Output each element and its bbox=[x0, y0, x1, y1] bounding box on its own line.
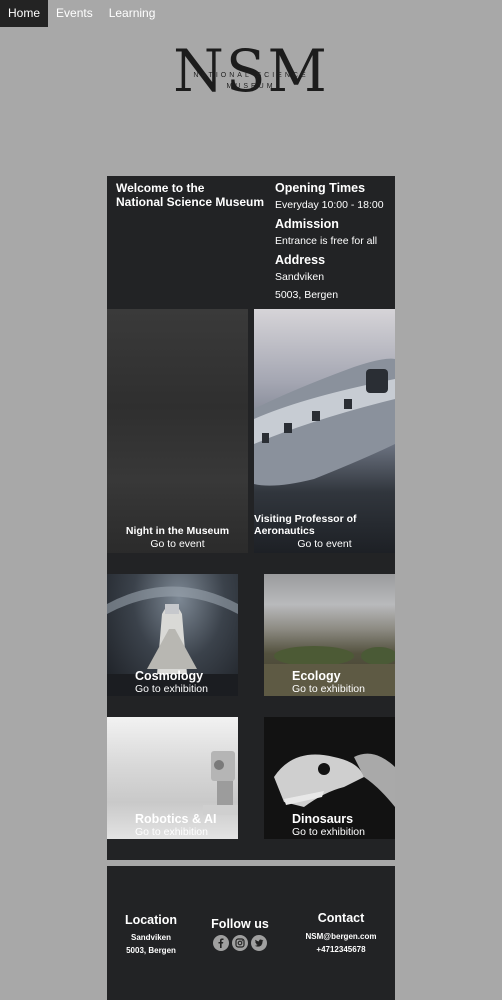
go-to-exhibition-link[interactable]: Go to exhibition bbox=[135, 826, 216, 839]
location-line-1: Sandviken bbox=[130, 933, 171, 942]
go-to-exhibition-link[interactable]: Go to exhibition bbox=[292, 826, 365, 839]
go-to-exhibition-link[interactable]: Go to exhibition bbox=[135, 683, 208, 696]
contact-title: Contact bbox=[317, 911, 365, 925]
footer-location: Location Sandviken 5003, Bergen bbox=[117, 913, 185, 957]
twitter-icon[interactable] bbox=[251, 935, 267, 951]
airplane-image bbox=[254, 358, 395, 486]
exhibition-caption: Cosmology Go to exhibition bbox=[135, 670, 208, 696]
exhibition-card-dinosaurs[interactable]: Dinosaurs Go to exhibition bbox=[264, 717, 395, 839]
nav-learning-link[interactable]: Learning bbox=[101, 0, 164, 27]
logo-line-2: MUSEUM bbox=[226, 83, 276, 90]
admission-value: Entrance is free for all bbox=[275, 235, 378, 247]
footer-contact: Contact NSM@bergen.com +4712345678 bbox=[297, 911, 385, 956]
location-line-2: 5003, Bergen bbox=[126, 946, 176, 955]
go-to-exhibition-link[interactable]: Go to exhibition bbox=[292, 683, 365, 696]
admission-title: Admission bbox=[275, 217, 339, 231]
instagram-icon[interactable] bbox=[232, 935, 248, 951]
exhibition-card-robotics[interactable]: Robotics & AI Go to exhibition bbox=[107, 717, 238, 839]
go-to-event-link[interactable]: Go to event bbox=[254, 537, 395, 551]
exhibition-card-ecology[interactable]: Ecology Go to exhibition bbox=[264, 574, 395, 696]
address-line-1: Sandviken bbox=[275, 271, 325, 283]
exhibition-title: Ecology bbox=[292, 669, 341, 683]
footer-follow: Follow us bbox=[205, 917, 275, 951]
location-title: Location bbox=[124, 913, 178, 927]
opening-times-title: Opening Times bbox=[275, 181, 366, 195]
exhibition-card-cosmology[interactable]: Cosmology Go to exhibition bbox=[107, 574, 238, 696]
welcome-line-1: Welcome to the bbox=[116, 181, 205, 195]
exhibition-caption: Ecology Go to exhibition bbox=[292, 670, 365, 696]
exhibition-caption: Dinosaurs Go to exhibition bbox=[292, 813, 365, 839]
logo-line-1: NATIONAL SCIENCE bbox=[193, 72, 309, 79]
contact-phone[interactable]: +4712345678 bbox=[297, 943, 385, 956]
footer: Location Sandviken 5003, Bergen Follow u… bbox=[107, 866, 395, 1000]
opening-times-value: Everyday 10:00 - 18:00 bbox=[275, 199, 384, 211]
welcome-heading: Welcome to the National Science Museum bbox=[116, 181, 276, 209]
main-panel: Welcome to the National Science Museum O… bbox=[107, 176, 395, 860]
event-title: Visiting Professor of Aeronautics bbox=[254, 513, 357, 537]
social-icons bbox=[205, 935, 275, 951]
logo-letters: NSM bbox=[173, 37, 329, 105]
nav-events-link[interactable]: Events bbox=[48, 0, 101, 27]
museum-info: Opening Times Everyday 10:00 - 18:00 Adm… bbox=[275, 181, 393, 307]
top-nav: Home Events Learning bbox=[0, 0, 163, 27]
follow-title: Follow us bbox=[211, 917, 269, 931]
address-line-2: 5003, Bergen bbox=[275, 289, 339, 301]
event-caption: Night in the Museum Go to event bbox=[107, 525, 248, 553]
contact-email[interactable]: NSM@bergen.com bbox=[297, 930, 385, 943]
event-card-night-museum[interactable]: Night in the Museum Go to event bbox=[107, 309, 248, 553]
museum-logo[interactable]: NSM NATIONAL SCIENCE MUSEUM bbox=[170, 40, 332, 106]
event-caption: Visiting Professor of Aeronautics Go to … bbox=[254, 513, 395, 553]
address-title: Address bbox=[275, 253, 326, 267]
event-title: Night in the Museum bbox=[125, 525, 230, 537]
exhibition-title: Cosmology bbox=[135, 669, 204, 683]
exhibition-title: Dinosaurs bbox=[292, 812, 354, 826]
exhibition-caption: Robotics & AI Go to exhibition bbox=[135, 813, 216, 839]
welcome-line-2: National Science Museum bbox=[116, 195, 265, 209]
nav-home-link[interactable]: Home bbox=[0, 0, 49, 27]
go-to-event-link[interactable]: Go to event bbox=[107, 537, 248, 551]
event-card-visiting-professor[interactable]: Visiting Professor of Aeronautics Go to … bbox=[254, 309, 395, 553]
facebook-icon[interactable] bbox=[213, 935, 229, 951]
exhibition-title: Robotics & AI bbox=[135, 812, 217, 826]
